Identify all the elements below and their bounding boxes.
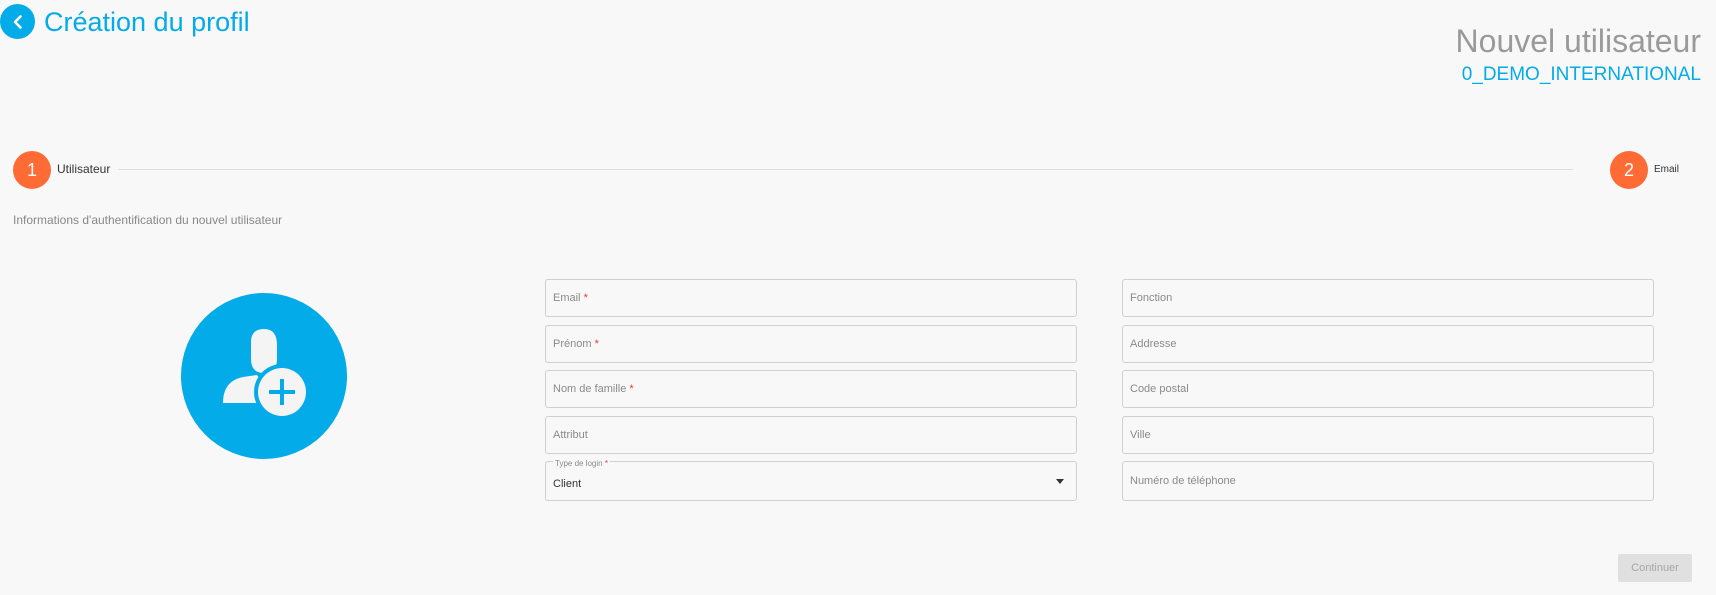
attribute-field[interactable]: Attribut: [545, 416, 1077, 454]
required-marker: *: [629, 383, 634, 395]
postal-code-field-label: Code postal: [1130, 383, 1189, 395]
postal-code-field[interactable]: Code postal: [1122, 370, 1654, 408]
step-1-label: Utilisateur: [57, 162, 111, 176]
address-field[interactable]: Addresse: [1122, 325, 1654, 363]
stepper: 1 Utilisateur 2 Email: [13, 151, 1683, 189]
phone-field-label: Numéro de téléphone: [1130, 475, 1236, 487]
address-field-label: Addresse: [1130, 338, 1177, 350]
caret-down-icon: [1056, 479, 1064, 484]
required-marker: *: [583, 292, 588, 304]
last-name-field[interactable]: Nom de famille *: [545, 370, 1077, 408]
first-name-field[interactable]: Prénom *: [545, 325, 1077, 363]
step-1-number: 1: [13, 151, 51, 189]
add-user-icon: [223, 329, 310, 420]
header-info: Nouvel utilisateur 0_DEMO_INTERNATIONAL: [1456, 20, 1701, 88]
chevron-left-icon: [13, 14, 22, 29]
login-type-label: Type de login *: [553, 459, 610, 468]
email-field[interactable]: Email *: [545, 279, 1077, 317]
page-title: Création du profil: [44, 7, 250, 37]
required-marker: *: [604, 459, 608, 468]
form-info-text: Informations d'authentification du nouve…: [13, 213, 283, 227]
city-field[interactable]: Ville: [1122, 416, 1654, 454]
login-type-select[interactable]: Type de login * Client: [545, 459, 1077, 501]
header-title: Nouvel utilisateur: [1455, 23, 1701, 59]
phone-field[interactable]: Numéro de téléphone: [1122, 461, 1654, 501]
city-field-label: Ville: [1130, 429, 1151, 441]
required-marker: *: [594, 338, 599, 350]
step-2-number: 2: [1610, 151, 1648, 189]
header-subtitle: 0_DEMO_INTERNATIONAL: [1461, 64, 1701, 85]
email-field-label: Email *: [553, 292, 588, 304]
last-name-field-label: Nom de famille *: [553, 383, 634, 395]
back-button[interactable]: [0, 4, 35, 39]
login-type-value: Client: [553, 478, 582, 490]
first-name-field-label: Prénom *: [553, 338, 599, 350]
attribute-field-label: Attribut: [553, 429, 588, 441]
step-2-label: Email: [1654, 164, 1680, 175]
avatar-upload[interactable]: [181, 293, 347, 459]
function-field[interactable]: Fonction: [1122, 279, 1654, 317]
continue-button[interactable]: Continuer: [1618, 554, 1692, 582]
function-field-label: Fonction: [1130, 292, 1173, 304]
stepper-line: [118, 169, 1573, 170]
